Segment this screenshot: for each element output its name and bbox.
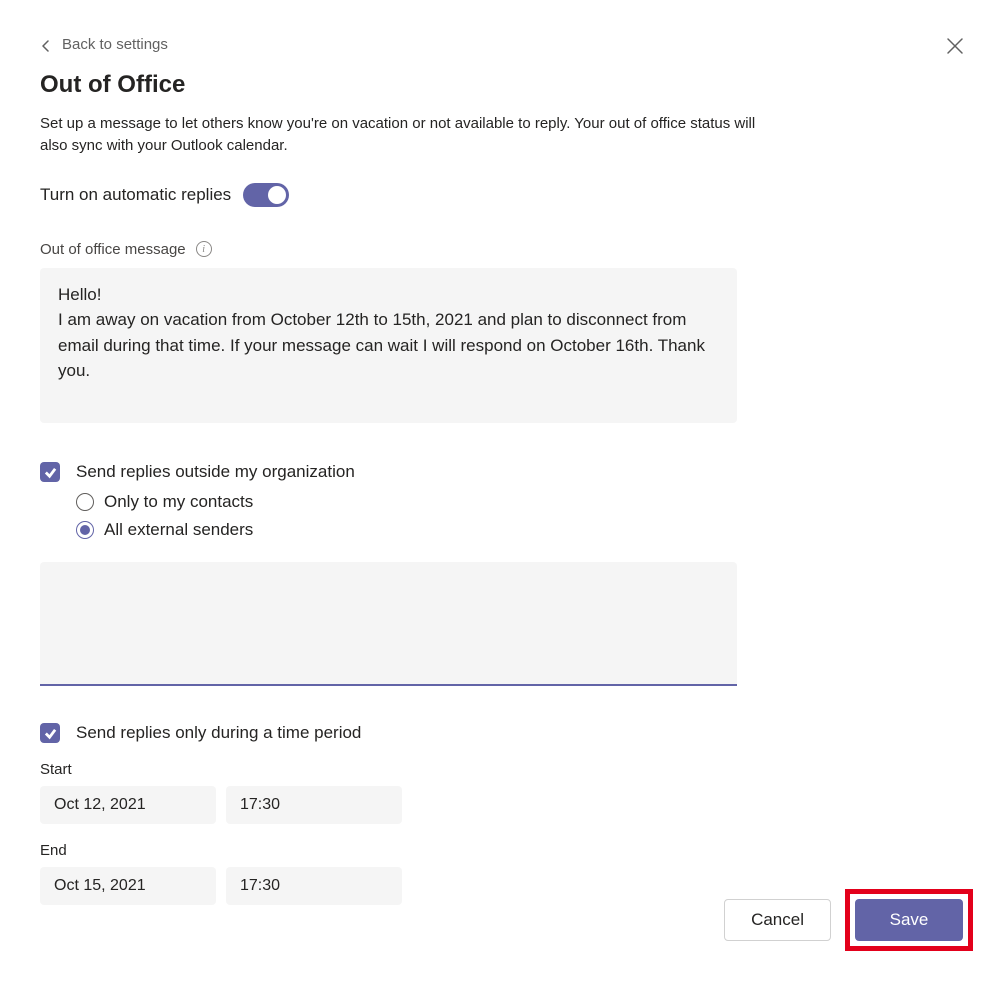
time-period-label: Send replies only during a time period [76,723,361,743]
ooo-message-label: Out of office message [40,241,186,258]
end-time-input[interactable]: 17:30 [226,867,402,905]
send-outside-org-row: Send replies outside my organization [40,462,965,482]
back-to-settings-link[interactable]: Back to settings [40,36,168,53]
start-label: Start [40,761,965,778]
end-label: End [40,842,965,859]
time-period-row: Send replies only during a time period [40,723,965,743]
ooo-message-textarea[interactable] [40,268,737,424]
save-button[interactable]: Save [855,899,963,941]
page-description: Set up a message to let others know you'… [40,113,760,157]
chevron-left-icon [40,39,52,51]
automatic-replies-toggle[interactable] [243,183,289,207]
automatic-replies-toggle-row: Turn on automatic replies [40,183,965,207]
only-contacts-label: Only to my contacts [104,492,253,512]
radio-icon [76,493,94,511]
cancel-button[interactable]: Cancel [724,899,831,941]
time-period-section: Start Oct 12, 2021 17:30 End Oct 15, 202… [40,761,965,905]
dialog-footer: Cancel Save [724,889,973,951]
send-outside-org-checkbox[interactable] [40,462,60,482]
check-icon [44,466,57,479]
check-icon [44,727,57,740]
start-row: Oct 12, 2021 17:30 [40,786,965,824]
info-icon[interactable]: i [196,241,212,257]
back-link-label: Back to settings [62,36,168,53]
all-external-label: All external senders [104,520,253,540]
start-date-input[interactable]: Oct 12, 2021 [40,786,216,824]
start-time-input[interactable]: 17:30 [226,786,402,824]
save-button-highlight: Save [845,889,973,951]
close-icon [945,36,965,56]
radio-dot-icon [80,525,90,535]
automatic-replies-toggle-label: Turn on automatic replies [40,185,231,205]
external-message-textarea[interactable] [40,562,737,686]
close-button[interactable] [945,36,965,56]
only-contacts-radio[interactable]: Only to my contacts [76,492,965,512]
radio-icon [76,521,94,539]
end-date-input[interactable]: Oct 15, 2021 [40,867,216,905]
outside-org-radio-group: Only to my contacts All external senders [76,492,965,540]
all-external-radio[interactable]: All external senders [76,520,965,540]
send-outside-org-label: Send replies outside my organization [76,462,355,482]
ooo-message-label-row: Out of office message i [40,241,965,258]
toggle-knob-icon [268,186,286,204]
page-title: Out of Office [40,71,965,99]
time-period-checkbox[interactable] [40,723,60,743]
